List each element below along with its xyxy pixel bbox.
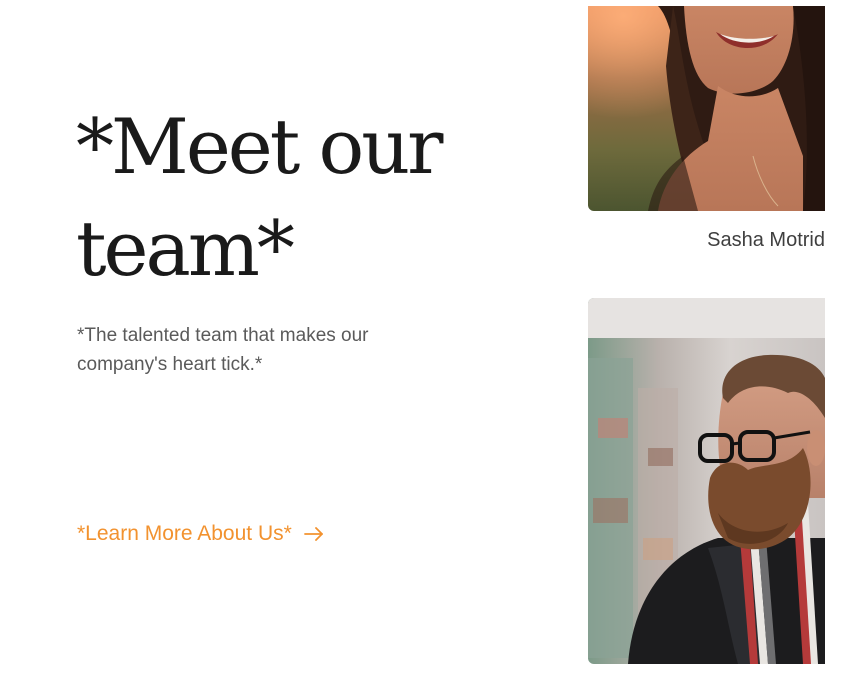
team-member-name: Sasha Motrid — [707, 229, 825, 251]
learn-more-label: *Learn More About Us* — [77, 522, 292, 545]
section-subtitle: *The talented team that makes our compan… — [77, 325, 369, 375]
team-section: *Meet our team* *The talented team that … — [0, 0, 843, 686]
title-line-2: team* — [76, 204, 295, 293]
title-line-1: *Meet our — [76, 102, 444, 191]
team-member-photo[interactable] — [588, 298, 825, 664]
smiling-woman-photo — [588, 6, 825, 211]
arrow-right-icon — [303, 527, 324, 541]
team-member-photo[interactable] — [588, 6, 825, 211]
bearded-man-photo — [588, 298, 825, 664]
learn-more-link[interactable]: *Learn More About Us* — [77, 522, 324, 546]
page-title: *Meet our team* — [76, 96, 536, 300]
